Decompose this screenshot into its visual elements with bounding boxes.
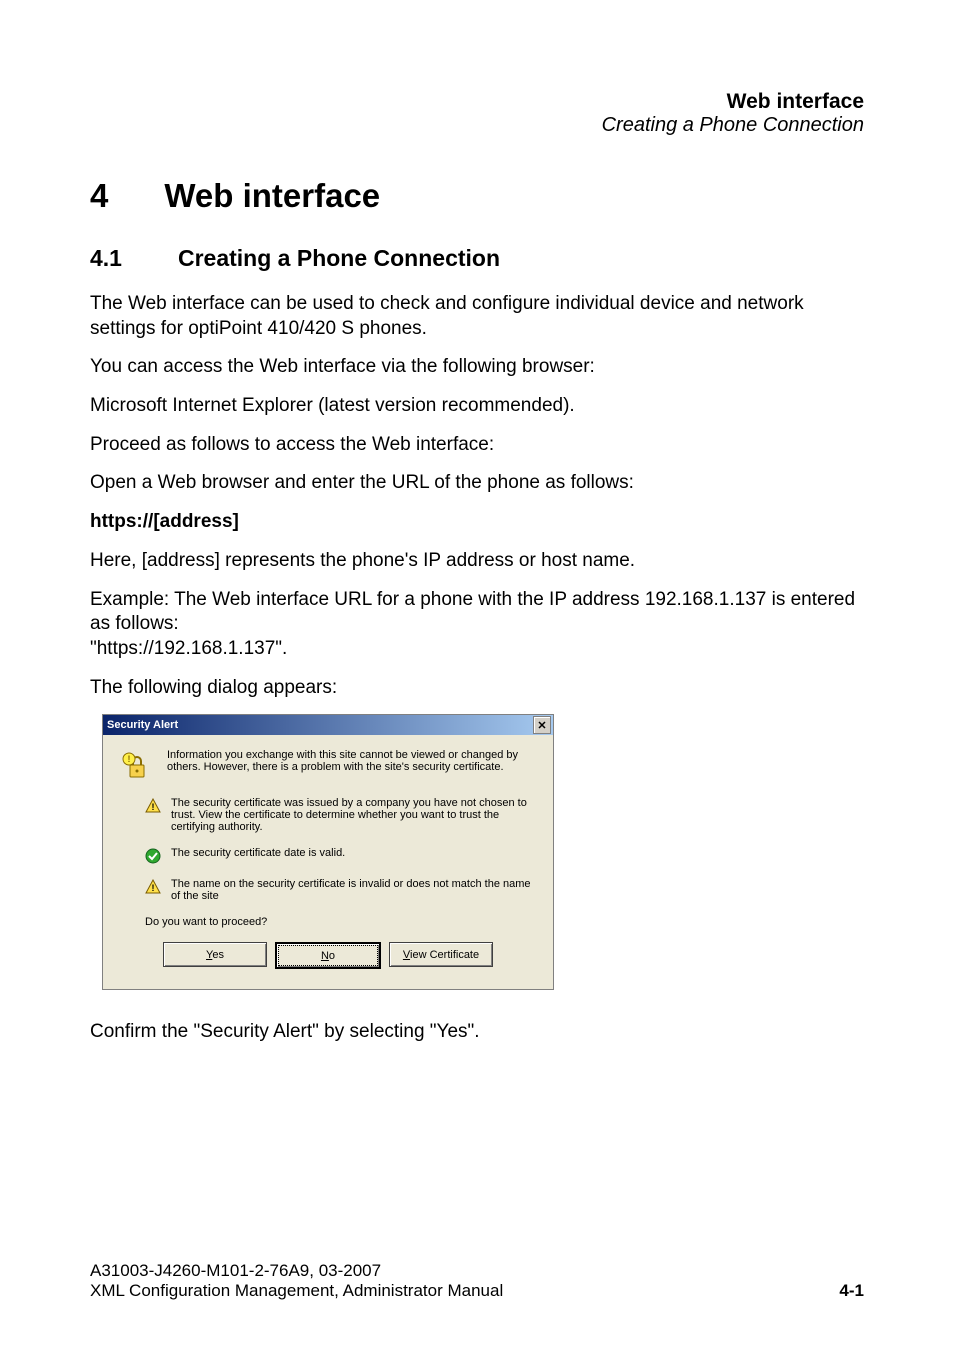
header-subtitle: Creating a Phone Connection <box>90 114 864 137</box>
yes-button[interactable]: Yes <box>163 942 267 967</box>
body-text: Example: The Web interface URL for a pho… <box>90 588 864 662</box>
warning-icon: ! <box>145 879 161 895</box>
page-footer: A31003-J4260-M101-2-76A9, 03-2007 XML Co… <box>90 1261 864 1301</box>
status-item: The security certificate date is valid. <box>145 847 537 864</box>
section-title: Creating a Phone Connection <box>178 245 500 272</box>
svg-text:!: ! <box>128 754 131 764</box>
footer-doc-title: XML Configuration Management, Administra… <box>90 1281 503 1301</box>
dialog-button-row: Yes No View Certificate <box>119 942 537 975</box>
dialog-intro-row: ! Information you exchange with this sit… <box>119 749 537 783</box>
mnemonic: N <box>321 950 329 962</box>
status-item: ! The security certificate was issued by… <box>145 797 537 833</box>
status-text: The security certificate date is valid. <box>171 847 345 859</box>
body-text: Microsoft Internet Explorer (latest vers… <box>90 394 864 419</box>
page: Web interface Creating a Phone Connectio… <box>0 0 954 1351</box>
dialog-status-list: ! The security certificate was issued by… <box>145 797 537 902</box>
body-text: You can access the Web interface via the… <box>90 355 864 380</box>
status-item: ! The name on the security certificate i… <box>145 878 537 902</box>
status-text: The security certificate was issued by a… <box>171 797 537 833</box>
close-button[interactable] <box>533 716 551 734</box>
button-label: iew Certificate <box>410 949 479 961</box>
button-label: o <box>329 950 335 962</box>
body-text: The Web interface can be used to check a… <box>90 292 864 341</box>
view-certificate-button[interactable]: View Certificate <box>389 942 493 967</box>
url-example: https://[address] <box>90 510 864 535</box>
no-button[interactable]: No <box>275 942 381 969</box>
running-header: Web interface Creating a Phone Connectio… <box>90 90 864 137</box>
svg-text:!: ! <box>152 883 155 893</box>
body-text: The following dialog appears: <box>90 676 864 701</box>
body-text: Here, [address] represents the phone's I… <box>90 549 864 574</box>
close-icon <box>538 721 546 729</box>
mnemonic: V <box>403 949 410 961</box>
button-label: es <box>212 949 224 961</box>
dialog-titlebar: Security Alert <box>103 715 553 735</box>
warning-icon: ! <box>145 798 161 814</box>
body-text: Confirm the "Security Alert" by selectin… <box>90 1020 864 1045</box>
dialog-body: ! Information you exchange with this sit… <box>103 735 553 989</box>
chapter-number: 4 <box>90 177 108 215</box>
chapter-heading: 4 Web interface <box>90 177 864 215</box>
svg-text:!: ! <box>152 802 155 812</box>
status-text: The name on the security certificate is … <box>171 878 537 902</box>
check-icon <box>145 848 161 864</box>
body-text: Proceed as follows to access the Web int… <box>90 433 864 458</box>
dialog-prompt: Do you want to proceed? <box>145 916 537 928</box>
page-number: 4-1 <box>839 1281 864 1301</box>
header-title: Web interface <box>90 90 864 114</box>
dialog-main-text: Information you exchange with this site … <box>167 749 537 783</box>
section-number: 4.1 <box>90 245 122 272</box>
lock-warning-icon: ! <box>119 749 153 783</box>
section-heading: 4.1 Creating a Phone Connection <box>90 245 864 272</box>
footer-doc-id: A31003-J4260-M101-2-76A9, 03-2007 <box>90 1261 503 1281</box>
footer-left: A31003-J4260-M101-2-76A9, 03-2007 XML Co… <box>90 1261 503 1301</box>
dialog-title-text: Security Alert <box>107 719 178 731</box>
body-text: Open a Web browser and enter the URL of … <box>90 471 864 496</box>
chapter-title: Web interface <box>164 177 380 215</box>
security-alert-dialog: Security Alert ! Information you exchang… <box>102 714 554 990</box>
